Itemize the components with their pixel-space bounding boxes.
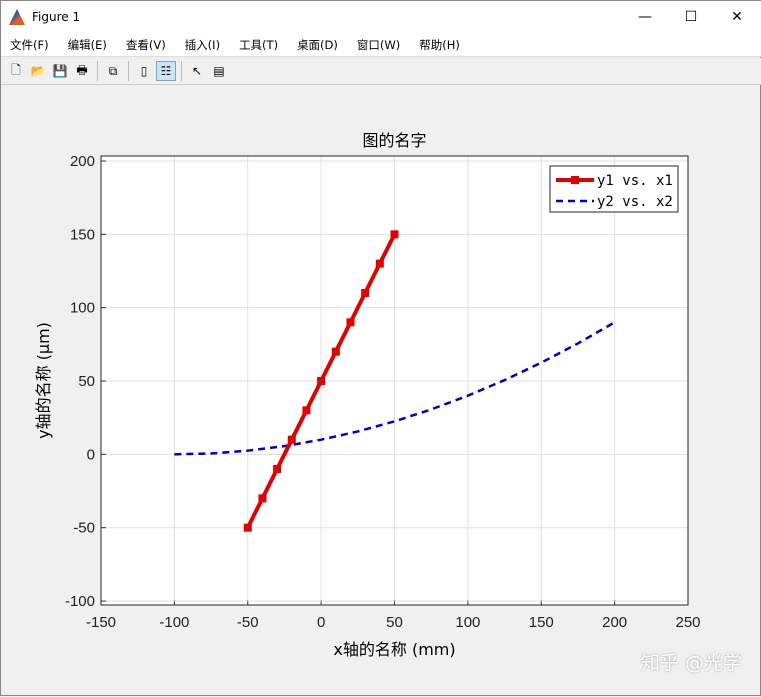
figure-canvas: -150 -100 -50 0 50 100 150 200 250 -100 -50 0 50 100 1… [34,131,701,659]
legend-label-y2: y2 vs. x2 [597,194,673,210]
menu-bar: 文件(F) 编辑(E) 查看(V) 插入(I) 工具(T) 桌面(D) 窗口(W) 帮助(H) [1,33,761,57]
x-tick-label: -150 [86,614,116,631]
print-icon[interactable]: 🖶 [73,62,91,80]
y-tick-label: 100 [70,300,95,317]
x-tick-label: -50 [237,614,259,631]
data-point-y1 [390,230,399,239]
toolbar-separator [97,61,98,81]
legend-label-y1: y1 vs. x1 [597,173,673,189]
y-tick-label: 150 [70,226,95,243]
y-tick-label: 50 [78,373,95,390]
y-tick-label: -100 [65,593,95,610]
data-point-y1 [331,347,340,356]
data-point-y1 [302,406,311,415]
y-tick-label: 200 [70,153,95,170]
chart-title: 图的名字 [362,131,426,150]
title-bar: Figure 1 — ☐ ✕ [1,1,761,33]
x-tick-label: 150 [529,614,554,631]
data-point-y1 [273,465,282,474]
toolbar-separator [181,61,182,81]
menu-item-4[interactable]: 工具(T) [239,37,278,53]
data-point-y1 [346,318,355,327]
watermark: 知乎 @光学 [640,652,742,674]
matlab-logo-icon [9,9,25,25]
x-axis-label: x轴的名称 (mm) [333,640,455,659]
close-button[interactable]: ✕ [714,1,760,33]
toolbar-separator [128,61,129,81]
window-title: Figure 1 [32,10,81,24]
pointer-icon[interactable]: ↖ [188,62,206,80]
data-point-y1 [287,435,296,444]
maximize-button[interactable]: ☐ [668,1,714,33]
menu-item-2[interactable]: 查看(V) [126,37,166,53]
data-point-y1 [258,494,267,503]
save-icon[interactable]: 💾 [51,62,69,80]
y-tick-label: 0 [87,446,95,463]
menu-item-7[interactable]: 帮助(H) [419,37,460,53]
y-tick-label: -50 [73,520,95,537]
menu-item-6[interactable]: 窗口(W) [357,37,400,53]
x-tick-label: 50 [386,614,403,631]
link-icon[interactable]: ⧉ [104,62,122,80]
data-point-y1 [361,289,370,298]
minimize-button[interactable]: — [622,1,668,33]
menu-item-0[interactable]: 文件(F) [10,37,49,53]
x-tick-label: 200 [602,614,627,631]
legend-marker-y1 [571,176,579,184]
y-axis-label: y轴的名称 (μm) [34,322,53,439]
data-point-y1 [243,523,252,532]
open-icon[interactable]: 📂 [29,62,47,80]
data-point-y1 [317,377,326,386]
x-tick-label: 0 [317,614,325,631]
menu-item-5[interactable]: 桌面(D) [297,37,338,53]
menu-item-1[interactable]: 编辑(E) [68,37,107,53]
legend-icon[interactable]: ☷ [156,61,176,81]
x-tick-label: 250 [675,614,700,631]
toolbar: 🗋 📂 💾 🖶 ⧉ ▯ ☷ ↖ ▤ [1,58,761,85]
property-inspector-icon[interactable]: ▤ [210,62,228,80]
menu-item-3[interactable]: 插入(I) [185,37,220,53]
x-tick-label: -100 [159,614,189,631]
x-tick-label: 100 [455,614,480,631]
colorbar-icon[interactable]: ▯ [135,62,153,80]
new-figure-icon[interactable]: 🗋 [7,62,25,80]
data-point-y1 [375,259,384,268]
